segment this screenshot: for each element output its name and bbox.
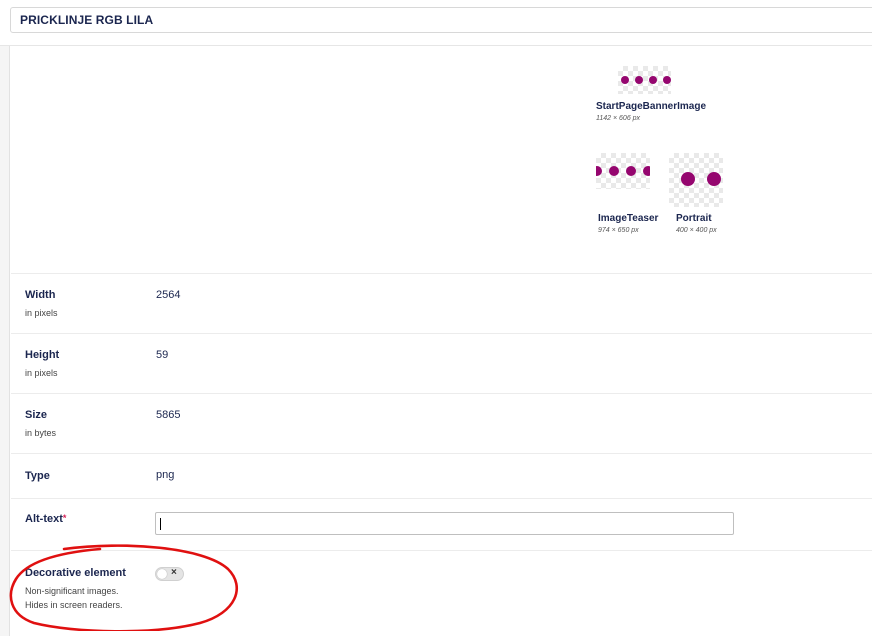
dot [681,172,695,186]
text-cursor [160,518,161,530]
dot [635,76,643,84]
property-label: Width [25,289,56,301]
property-value: 59 [156,349,169,361]
dot [643,166,650,176]
property-value: 5865 [156,409,181,421]
property-label: Type [25,470,50,482]
dot [626,166,636,176]
decorative-toggle[interactable]: × [155,567,184,581]
property-row-alt-text: Alt-text* [11,498,872,550]
property-label: Size [25,409,48,421]
left-rail [0,46,10,636]
property-value: png [156,469,175,481]
decorative-description-line1: Non-significant images. [25,586,119,596]
crop-name: ImageTeaser [598,213,659,224]
crop-dimensions: 974 × 650 px [598,227,639,234]
header-bar: PRICKLINJE RGB LILA [0,0,872,46]
crop-startpagebannerimage[interactable]: StartPageBannerImage 1142 × 606 px [596,66,706,126]
dot [649,76,657,84]
property-row-height: Height in pixels 59 [11,333,872,393]
property-description: in pixels [25,308,58,318]
crop-dimensions: 400 × 400 px [676,227,717,234]
property-row-size: Size in bytes 5865 [11,393,872,453]
property-description: in bytes [25,428,57,438]
dot [596,166,602,176]
crop-name: StartPageBannerImage [596,101,707,112]
decorative-description-line2: Hides in screen readers. [25,600,123,610]
alt-text-input[interactable] [155,512,734,535]
crop-dimensions: 1142 × 606 px [596,115,641,122]
crop-portrait[interactable]: Portrait 400 × 400 px [669,153,729,238]
property-value: 2564 [156,289,181,301]
toggle-knob [157,569,167,579]
crop-name: Portrait [676,213,712,224]
property-row-type: Type png [11,453,872,498]
dot [707,172,721,186]
alt-text-label-text: Alt-text [25,513,63,525]
property-row-width: Width in pixels 2564 [11,273,872,333]
property-label: Height [25,349,60,361]
decorative-label: Decorative element [25,567,126,579]
dot [663,76,671,84]
property-row-decorative: Decorative element Non-significant image… [11,550,872,636]
required-marker: * [62,513,67,523]
toggle-off-icon: × [171,567,177,578]
alt-text-label: Alt-text* [25,513,66,525]
property-description: in pixels [25,368,58,378]
image-title-field[interactable]: PRICKLINJE RGB LILA [10,7,872,33]
crop-preview-thumbnail [618,66,671,94]
crop-preview-thumbnail [596,153,650,189]
dot [621,76,629,84]
crop-preview-thumbnail [669,153,723,207]
dot [609,166,619,176]
crop-imageteaser[interactable]: ImageTeaser 974 × 650 px [596,153,659,238]
